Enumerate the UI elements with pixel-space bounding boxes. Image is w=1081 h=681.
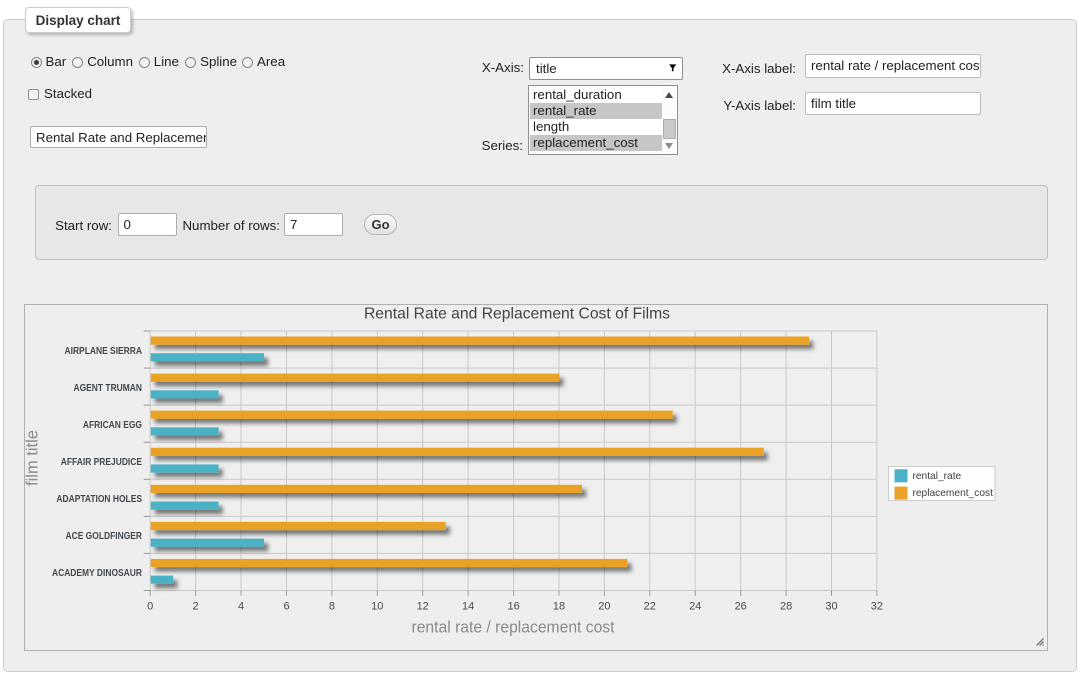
svg-text:14: 14 [462, 600, 474, 612]
svg-text:12: 12 [417, 600, 429, 612]
svg-text:rental rate / replacement cost: rental rate / replacement cost [412, 619, 615, 637]
svg-text:AGENT TRUMAN: AGENT TRUMAN [74, 383, 143, 394]
svg-text:26: 26 [735, 600, 747, 612]
svg-text:20: 20 [598, 600, 610, 612]
svg-text:8: 8 [329, 600, 335, 612]
svg-text:ADAPTATION HOLES: ADAPTATION HOLES [56, 494, 142, 505]
svg-text:ACE GOLDFINGER: ACE GOLDFINGER [66, 531, 143, 542]
svg-text:ACADEMY DINOSAUR: ACADEMY DINOSAUR [52, 568, 143, 579]
svg-text:AFFAIR PREJUDICE: AFFAIR PREJUDICE [61, 457, 142, 468]
svg-text:32: 32 [871, 600, 883, 612]
svg-text:rental_rate: rental_rate [913, 471, 962, 482]
svg-text:18: 18 [553, 600, 565, 612]
svg-text:2: 2 [193, 600, 199, 612]
svg-text:AIRPLANE SIERRA: AIRPLANE SIERRA [65, 346, 143, 357]
svg-text:10: 10 [371, 600, 383, 612]
svg-text:28: 28 [780, 600, 792, 612]
svg-text:16: 16 [507, 600, 519, 612]
svg-text:6: 6 [283, 600, 289, 612]
svg-text:4: 4 [238, 600, 244, 612]
svg-text:22: 22 [644, 600, 656, 612]
svg-text:replacement_cost: replacement_cost [913, 488, 994, 499]
svg-text:0: 0 [147, 600, 153, 612]
svg-text:film title: film title [24, 430, 42, 486]
svg-text:Rental Rate and Replacement Co: Rental Rate and Replacement Cost of Film… [364, 306, 670, 323]
svg-text:AFRICAN EGG: AFRICAN EGG [83, 420, 142, 431]
svg-text:30: 30 [825, 600, 837, 612]
svg-text:24: 24 [689, 600, 701, 612]
